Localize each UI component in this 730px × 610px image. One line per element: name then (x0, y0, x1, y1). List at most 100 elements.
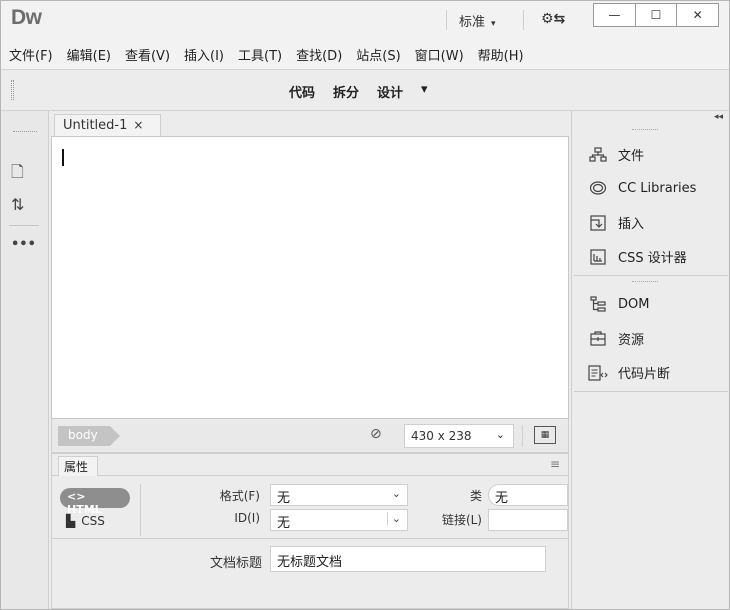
divider (523, 10, 524, 30)
sort-icon[interactable]: ⇅ (11, 195, 24, 214)
design-view-canvas[interactable] (51, 136, 569, 419)
chevron-down-icon: ⌄ (391, 487, 401, 500)
divider (574, 391, 728, 392)
properties-panel: 属性 ≡ <> HTML ▙ CSS 格式(F) 无 ⌄ ID(I) 无 ⌄ 类 … (51, 453, 569, 609)
format-select[interactable]: 无 ⌄ (270, 484, 408, 506)
panel-item-label: 文件 (618, 149, 645, 164)
css-designer-icon (588, 248, 608, 266)
properties-tab[interactable]: 属性 (58, 456, 98, 476)
app-logo: Dw (11, 6, 42, 29)
collapse-panels-icon[interactable]: ◂◂ (714, 112, 723, 122)
tag-selector-body[interactable]: body (58, 426, 120, 446)
menu-file[interactable]: 文件(F) (9, 45, 53, 64)
id-label: ID(I) (234, 511, 260, 525)
divider (574, 275, 728, 276)
panel-dock: ◂◂ 文件 CC Libraries 插入 CSS 设计器 DOM 资源 代码片… (571, 111, 729, 609)
format-label: 格式(F) (219, 489, 260, 503)
panel-item-label: CC Libraries (618, 180, 697, 196)
window-size-value: 430 x 238 (411, 429, 472, 443)
document-toolbar: 代码 拆分 设计 ▾ (1, 69, 729, 111)
assets-icon (588, 330, 608, 348)
menu-tools[interactable]: 工具(T) (238, 45, 282, 64)
app-window: Dw 标准 ▾ ⚙⇆ — ☐ ✕ 文件(F) 编辑(E) 查看(V) 插入(I) … (0, 0, 730, 610)
split-view-button[interactable]: 拆分 (333, 82, 359, 101)
panel-item-css-designer[interactable]: CSS 设计器 (588, 247, 687, 266)
live-view-icon[interactable]: ▦ (534, 426, 556, 444)
view-mode-buttons: 代码 拆分 设计 ▾ (289, 82, 428, 101)
id-value: 无 (277, 516, 291, 531)
close-icon[interactable]: × (133, 118, 143, 132)
status-bar: body ⊘ 430 x 238 ⌄ ▦ (51, 419, 569, 453)
text-cursor (62, 149, 64, 166)
id-select[interactable]: 无 ⌄ (270, 509, 408, 531)
properties-header: 属性 ≡ (52, 454, 568, 476)
menu-window[interactable]: 窗口(W) (415, 45, 464, 64)
divider (446, 10, 447, 30)
panel-item-label: 插入 (618, 217, 645, 232)
sync-settings-icon[interactable]: ⚙⇆ (541, 11, 565, 27)
divider (52, 538, 568, 539)
panel-item-cc-libraries[interactable]: CC Libraries (588, 179, 696, 197)
panel-item-files[interactable]: 文件 (588, 145, 644, 164)
panel-item-label: 资源 (618, 333, 645, 348)
toolbar-grip[interactable] (11, 80, 14, 100)
link-input[interactable] (488, 509, 568, 531)
chevron-down-icon: ⌄ (386, 512, 401, 525)
panel-item-label: CSS 设计器 (618, 251, 687, 266)
title-bar: Dw 标准 ▾ ⚙⇆ — ☐ ✕ (1, 1, 729, 39)
panel-item-dom[interactable]: DOM (588, 295, 649, 313)
dom-icon (588, 295, 608, 313)
workspace-label: 标准 (459, 15, 486, 30)
divider (9, 225, 39, 226)
panel-menu-icon[interactable]: ≡ (550, 457, 560, 471)
more-icon[interactable]: ••• (11, 237, 36, 252)
maximize-button[interactable]: ☐ (636, 4, 678, 26)
panel-item-insert[interactable]: 插入 (588, 213, 644, 232)
menu-help[interactable]: 帮助(H) (478, 45, 524, 64)
panel-grip[interactable] (632, 281, 658, 283)
link-label: 链接(L) (441, 513, 482, 527)
css-icon: ▙ (66, 514, 76, 528)
html-mode-button[interactable]: <> HTML (60, 488, 130, 516)
document-tab-title: Untitled-1 (63, 118, 128, 133)
panel-item-label: 代码片断 (618, 367, 671, 382)
code-view-button[interactable]: 代码 (289, 82, 315, 101)
workspace-switcher[interactable]: 标准 ▾ (459, 11, 496, 30)
menu-site[interactable]: 站点(S) (356, 45, 400, 64)
validation-icon[interactable]: ⊘ (370, 426, 382, 442)
panel-item-assets[interactable]: 资源 (588, 329, 644, 348)
menu-find[interactable]: 查找(D) (296, 45, 342, 64)
menu-bar: 文件(F) 编辑(E) 查看(V) 插入(I) 工具(T) 查找(D) 站点(S… (1, 39, 729, 69)
chevron-down-icon: ▾ (491, 19, 496, 29)
toolbar-grip[interactable] (13, 131, 37, 133)
divider (140, 484, 141, 536)
document-title-input[interactable]: 无标题文档 (270, 546, 546, 572)
chevron-down-icon: ⌄ (495, 428, 505, 441)
document-tab[interactable]: Untitled-1 × (54, 114, 161, 136)
divider (522, 425, 523, 447)
format-value: 无 (277, 491, 291, 506)
window-controls: — ☐ ✕ (593, 3, 719, 27)
menu-insert[interactable]: 插入(I) (184, 45, 224, 64)
design-view-button[interactable]: 设计 (377, 82, 403, 101)
minimize-button[interactable]: — (594, 4, 636, 26)
panel-item-label: DOM (618, 296, 650, 312)
menu-view[interactable]: 查看(V) (125, 45, 170, 64)
chevron-down-icon[interactable]: ▾ (421, 82, 428, 101)
snippets-icon (588, 364, 608, 382)
common-toolbar: 🗋 ⇅ ••• (1, 111, 49, 609)
document-title-value: 无标题文档 (277, 555, 343, 570)
panel-item-snippets[interactable]: 代码片断 (588, 363, 670, 382)
class-select[interactable]: 无 (488, 484, 568, 506)
close-button[interactable]: ✕ (677, 4, 718, 26)
menu-edit[interactable]: 编辑(E) (67, 45, 111, 64)
css-mode-label: CSS (81, 514, 105, 528)
panel-grip[interactable] (632, 129, 658, 131)
css-mode-button[interactable]: ▙ CSS (66, 514, 105, 528)
class-value: 无 (495, 491, 509, 506)
insert-icon (588, 214, 608, 232)
window-size-select[interactable]: 430 x 238 ⌄ (404, 424, 514, 448)
cc-libraries-icon (588, 179, 608, 197)
file-icon[interactable]: 🗋 (11, 161, 24, 188)
class-label: 类 (469, 489, 482, 503)
